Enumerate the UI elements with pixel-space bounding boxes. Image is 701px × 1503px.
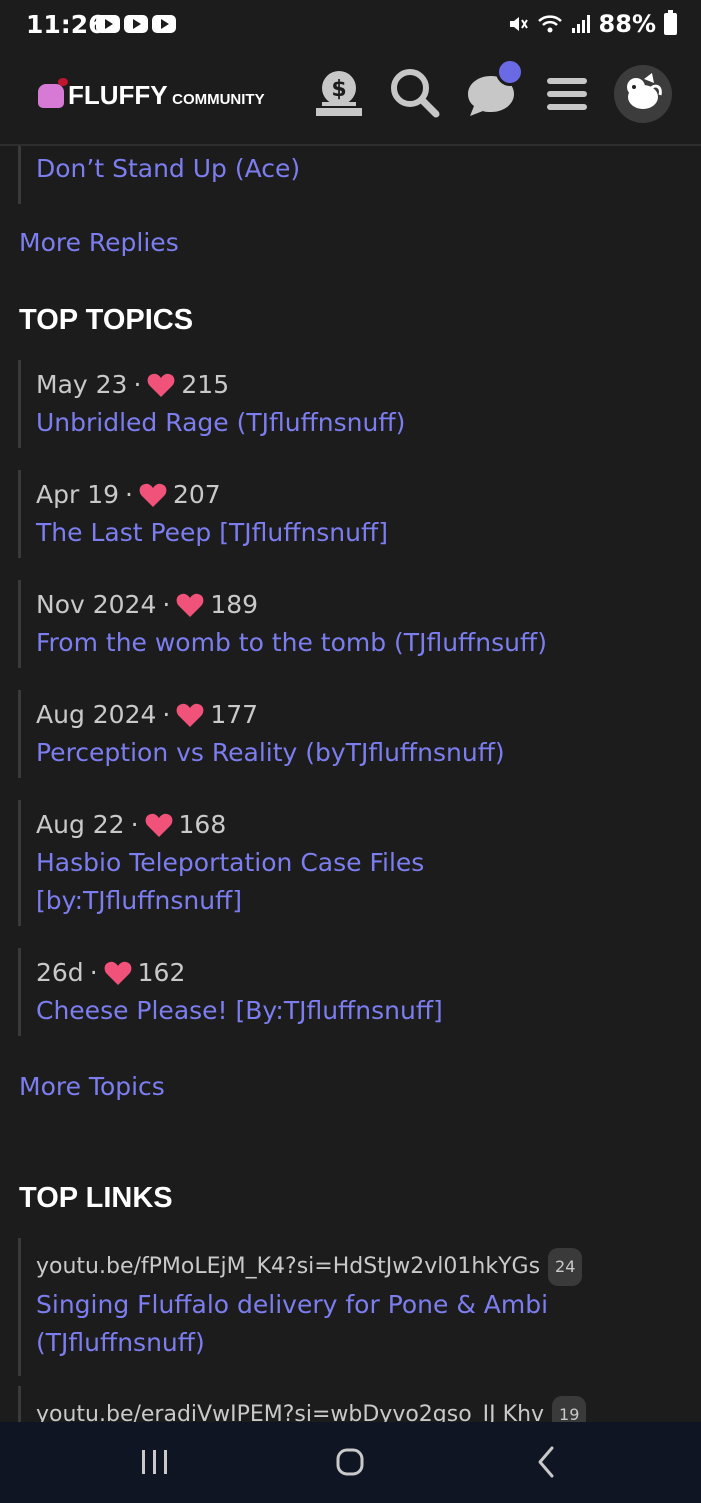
topic-title-line: [by:TJfluffnsnuff]	[36, 886, 243, 915]
link-item: youtu.be/eradiVwIPEM?si=wbDyvo2gso_IJ Kh…	[18, 1386, 678, 1422]
site-header: FLUFFY COMMUNITY $	[0, 48, 701, 146]
topic-link[interactable]: Unbridled Rage (TJfluffnsnuff)	[36, 404, 678, 442]
main-content: Don’t Stand Up (Ace) More Replies TOP TO…	[0, 146, 701, 1422]
link-url-row: youtu.be/fPMoLEjM_K4?si=HdStJw2vl01hkYGs…	[36, 1248, 678, 1286]
signal-icon	[571, 15, 590, 33]
avatar-pony-icon	[627, 73, 662, 109]
meta-separator: ·	[130, 810, 139, 839]
youtube-notification-icon	[96, 15, 120, 33]
more-replies-link[interactable]: More Replies	[19, 228, 179, 257]
status-time: 11:26	[26, 10, 106, 39]
meta-separator: ·	[162, 700, 171, 729]
logo-text: FLUFFY COMMUNITY	[68, 80, 265, 110]
hamburger-menu-icon[interactable]	[538, 64, 596, 122]
click-count-badge: 24	[548, 1248, 583, 1286]
link-url-row: youtu.be/eradiVwIPEM?si=wbDyvo2gso_IJ Kh…	[36, 1396, 678, 1422]
more-topics-link[interactable]: More Topics	[19, 1072, 165, 1101]
youtube-notification-icon	[152, 15, 176, 33]
status-notification-icons	[96, 15, 176, 33]
topic-link[interactable]: Hasbio Teleportation Case Files [by:TJfl…	[36, 844, 678, 920]
site-logo[interactable]: FLUFFY COMMUNITY	[38, 77, 265, 111]
link-title-line: Singing Fluffalo delivery for Pone & Amb…	[36, 1290, 549, 1319]
link-title-line: (TJfluffnsnuff)	[36, 1328, 205, 1357]
svg-text:$: $	[331, 77, 346, 102]
heart-icon	[145, 813, 172, 837]
meta-separator: ·	[125, 480, 133, 509]
meta-separator: ·	[162, 590, 171, 619]
topic-likes: 189	[210, 590, 259, 619]
topic-date: Apr 19	[36, 480, 120, 509]
recent-apps-icon[interactable]	[124, 1440, 184, 1486]
topic-date: Nov 2024	[36, 590, 157, 619]
status-bar: 11:26 88%	[0, 0, 701, 48]
topic-link[interactable]: The Last Peep [TJfluffnsnuff]	[36, 514, 678, 552]
topic-date: Aug 22	[36, 810, 125, 839]
topic-likes: 215	[181, 370, 230, 399]
top-topics-heading: TOP TOPICS	[19, 304, 194, 336]
topic-date: Aug 2024	[36, 700, 157, 729]
logo-mascot-icon	[38, 77, 68, 108]
topic-item: Aug 2024 · 177 Perception vs Reality (by…	[18, 690, 678, 778]
chat-notification-dot	[496, 58, 524, 86]
topic-date: 26d	[36, 958, 84, 987]
topic-likes: 177	[210, 700, 259, 729]
topic-link[interactable]: Cheese Please! [By:TJfluffnsnuff]	[36, 992, 678, 1030]
wifi-icon	[537, 15, 562, 33]
heart-icon	[139, 483, 167, 507]
topic-meta: 26d · 162	[36, 954, 678, 992]
heart-icon	[104, 961, 132, 985]
link-item: youtu.be/fPMoLEjM_K4?si=HdStJw2vl01hkYGs…	[18, 1238, 678, 1376]
topic-title-line: Hasbio Teleportation Case Files	[36, 848, 425, 877]
youtube-notification-icon	[124, 15, 148, 33]
topic-meta: Aug 22 · 168	[36, 806, 678, 844]
meta-separator: ·	[89, 958, 98, 987]
system-nav-bar	[0, 1422, 701, 1503]
mute-icon	[509, 17, 528, 31]
coin-donate-icon[interactable]: $	[310, 64, 368, 122]
topic-item: 26d · 162 Cheese Please! [By:TJfluffnsnu…	[18, 948, 678, 1036]
topic-meta: Nov 2024 · 189	[36, 586, 678, 624]
heart-icon	[148, 373, 175, 397]
reply-link[interactable]: Don’t Stand Up (Ace)	[36, 150, 678, 188]
topic-item: Apr 19 · 207 The Last Peep [TJfluffnsnuf…	[18, 470, 678, 558]
topic-likes: 162	[137, 958, 186, 987]
user-avatar[interactable]	[614, 65, 672, 123]
link-url: youtu.be/eradiVwIPEM?si=wbDyvo2gso_IJ Kh…	[36, 1402, 545, 1422]
topic-item: Aug 22 · 168 Hasbio Teleportation Case F…	[18, 800, 678, 926]
link-title[interactable]: Singing Fluffalo delivery for Pone & Amb…	[36, 1286, 678, 1362]
topic-likes: 207	[172, 480, 221, 509]
topic-link[interactable]: From the womb to the tomb (TJfluffnsuff)	[36, 624, 678, 662]
top-links-heading: TOP LINKS	[19, 1182, 173, 1214]
home-icon[interactable]	[320, 1440, 380, 1486]
topic-date: May 23	[36, 370, 128, 399]
heart-icon	[176, 593, 204, 617]
topic-likes: 168	[178, 810, 227, 839]
topic-link[interactable]: Perception vs Reality (byTJfluffnsnuff)	[36, 734, 678, 772]
meta-separator: ·	[133, 370, 142, 399]
topic-item: May 23 · 215 Unbridled Rage (TJfluffnsnu…	[18, 360, 678, 448]
battery-percent: 88%	[598, 10, 656, 38]
reply-item: Don’t Stand Up (Ace)	[18, 146, 678, 204]
topic-meta: Aug 2024 · 177	[36, 696, 678, 734]
topic-item: Nov 2024 · 189 From the womb to the tomb…	[18, 580, 678, 668]
heart-icon	[176, 703, 204, 727]
search-icon[interactable]	[386, 64, 444, 122]
topic-meta: Apr 19 · 207	[36, 476, 678, 514]
status-system-icons: 88%	[507, 10, 677, 38]
back-icon[interactable]	[516, 1440, 576, 1486]
battery-icon	[664, 10, 677, 35]
topic-meta: May 23 · 215	[36, 366, 678, 404]
click-count-badge: 19	[552, 1396, 587, 1422]
link-url: youtu.be/fPMoLEjM_K4?si=HdStJw2vl01hkYGs	[36, 1254, 541, 1279]
